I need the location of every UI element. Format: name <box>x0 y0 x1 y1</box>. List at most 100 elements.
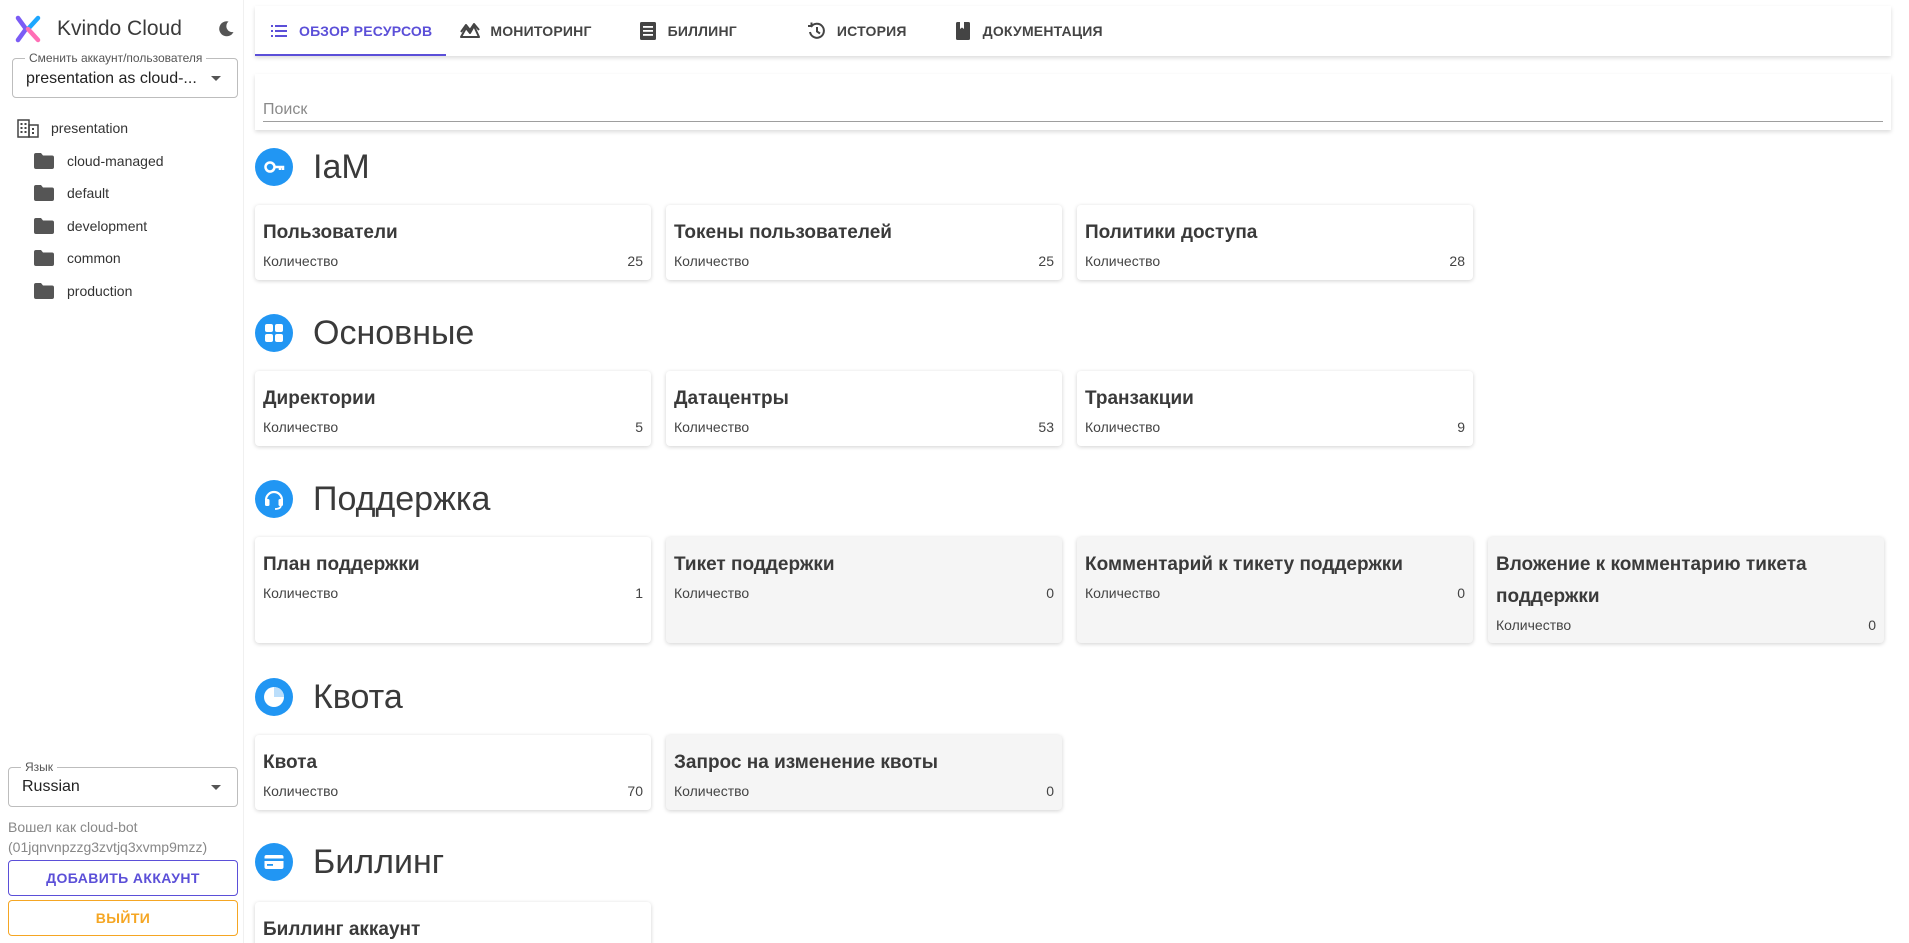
tree-item-default[interactable]: default <box>0 177 244 210</box>
resource-card-comment-attachment[interactable]: Вложение к комментарию тикета поддержки … <box>1488 537 1884 643</box>
tree-item-label: common <box>67 250 121 267</box>
kvindo-logo-icon <box>15 15 41 43</box>
card-title: Пользователи <box>263 222 398 243</box>
app-title: Kvindo Cloud <box>57 17 182 40</box>
card-title: Токены пользователей <box>674 222 892 243</box>
tab-label: ОБЗОР РЕСУРСОВ <box>299 23 433 39</box>
account-switch-value: presentation as cloud-... <box>26 70 197 87</box>
resource-card-directories[interactable]: Директории Количество 5 <box>255 371 651 446</box>
folder-icon <box>34 185 54 202</box>
resource-card-quota-change-request[interactable]: Запрос на изменение квоты Количество 0 <box>666 735 1062 810</box>
card-title: Биллинг аккаунт <box>263 919 421 940</box>
card-count-label: Количество <box>1085 585 1161 601</box>
card-count-value: 0 <box>1046 783 1054 799</box>
section-header-support: Поддержка <box>255 479 490 519</box>
card-title: Датацентры <box>674 388 789 409</box>
chevron-down-icon <box>211 76 221 81</box>
card-title: Запрос на изменение квоты <box>674 752 938 773</box>
section-header-iam: IaM <box>255 147 370 187</box>
tree-item-presentation[interactable]: presentation <box>0 112 244 145</box>
history-icon <box>807 22 825 39</box>
language-label: Язык <box>21 760 58 774</box>
add-account-button[interactable]: ДОБАВИТЬ АККАУНТ <box>8 860 238 896</box>
credit-card-icon <box>255 843 293 881</box>
card-title: Тикет поддержки <box>674 554 835 575</box>
resource-card-datacenters[interactable]: Датацентры Количество 53 <box>666 371 1062 446</box>
resource-card-billing-account[interactable]: Биллинг аккаунт <box>255 902 651 943</box>
brand: Kvindo Cloud <box>14 14 240 44</box>
logout-button[interactable]: ВЫЙТИ <box>8 900 238 936</box>
tab-label: МОНИТОРИНГ <box>490 23 592 39</box>
key-icon <box>255 148 293 186</box>
tab-history[interactable]: ИСТОРИЯ <box>793 6 921 56</box>
pie-icon <box>255 678 293 716</box>
login-info: Вошел как cloud-bot (01jqnvnpzzg3zvtjq3x… <box>8 817 240 857</box>
tree-item-production[interactable]: production <box>0 275 244 308</box>
card-count-value: 25 <box>1038 253 1054 269</box>
tree-item-label: production <box>67 282 133 299</box>
section-title: Основные <box>313 313 475 352</box>
card-count-label: Количество <box>263 585 339 601</box>
resource-card-access-policies[interactable]: Политики доступа Количество 28 <box>1077 205 1473 280</box>
card-title: Политики доступа <box>1085 222 1258 243</box>
building-icon <box>17 119 39 138</box>
resource-card-support-ticket[interactable]: Тикет поддержки Количество 0 <box>666 537 1062 643</box>
section-title: Биллинг <box>313 842 445 881</box>
tree-item-label: development <box>67 217 148 234</box>
tab-label: ИСТОРИЯ <box>836 23 907 39</box>
tab-documentation[interactable]: ДОКУМЕНТАЦИЯ <box>939 6 1117 56</box>
sidebar: Kvindo Cloud Сменить аккаунт/пользовател… <box>0 0 244 943</box>
card-title: Транзакции <box>1085 388 1194 409</box>
book-icon <box>955 22 970 40</box>
section-header-billing: Биллинг <box>255 842 444 882</box>
card-title: План поддержки <box>263 554 420 575</box>
card-count-label: Количество <box>1085 253 1161 269</box>
tab-billing[interactable]: БИЛЛИНГ <box>624 6 751 56</box>
language-value: Russian <box>22 778 80 795</box>
resource-card-support-plan[interactable]: План поддержки Количество 1 <box>255 537 651 643</box>
list-icon <box>271 25 287 37</box>
section-header-quota: Квота <box>255 677 403 717</box>
resource-card-ticket-comment[interactable]: Комментарий к тикету поддержки Количеств… <box>1077 537 1473 643</box>
account-switch-label: Сменить аккаунт/пользователя <box>25 51 207 65</box>
headset-icon <box>255 480 293 518</box>
card-count-label: Количество <box>674 253 750 269</box>
section-title: Поддержка <box>313 479 491 518</box>
monitoring-icon <box>460 23 481 38</box>
section-header-core: Основные <box>255 313 474 353</box>
account-switch-select[interactable]: Сменить аккаунт/пользователя presentatio… <box>12 51 238 98</box>
billing-icon <box>639 22 656 40</box>
grid-icon <box>255 314 293 352</box>
tab-monitoring[interactable]: МОНИТОРИНГ <box>446 6 605 56</box>
tree-item-cloud-managed[interactable]: cloud-managed <box>0 145 244 178</box>
card-count-label: Количество <box>263 419 339 435</box>
tab-resources-overview[interactable]: ОБЗОР РЕСУРСОВ <box>255 6 447 56</box>
card-count-label: Количество <box>674 783 750 799</box>
card-count-value: 1 <box>635 585 643 601</box>
card-count-value: 9 <box>1457 419 1465 435</box>
card-count-value: 0 <box>1868 617 1876 633</box>
card-count-label: Количество <box>1496 617 1572 633</box>
tree-item-label: cloud-managed <box>67 152 164 169</box>
tree-item-label: default <box>67 185 110 202</box>
resource-card-transactions[interactable]: Транзакции Количество 9 <box>1077 371 1473 446</box>
section-title: Квота <box>313 677 403 716</box>
tree-item-common[interactable]: common <box>0 242 244 275</box>
folder-icon <box>34 250 54 267</box>
card-count-label: Количество <box>674 585 750 601</box>
search-input[interactable] <box>263 98 1883 122</box>
tree-item-label: presentation <box>51 120 129 137</box>
chevron-down-icon <box>211 785 221 790</box>
language-select[interactable]: Язык Russian <box>8 760 238 807</box>
login-user: Вошел как cloud-bot <box>8 819 138 835</box>
tree-item-development[interactable]: development <box>0 210 244 243</box>
card-title: Квота <box>263 752 318 773</box>
card-count-value: 0 <box>1046 585 1054 601</box>
dark-mode-toggle-icon[interactable] <box>216 19 236 39</box>
card-count-value: 5 <box>635 419 643 435</box>
card-count-value: 25 <box>627 253 643 269</box>
top-tabs: ОБЗОР РЕСУРСОВ МОНИТОРИНГ БИЛЛИНГ ИСТОРИ… <box>255 6 1891 56</box>
resource-card-quota[interactable]: Квота Количество 70 <box>255 735 651 810</box>
resource-card-users[interactable]: Пользователи Количество 25 <box>255 205 651 280</box>
resource-card-user-tokens[interactable]: Токены пользователей Количество 25 <box>666 205 1062 280</box>
